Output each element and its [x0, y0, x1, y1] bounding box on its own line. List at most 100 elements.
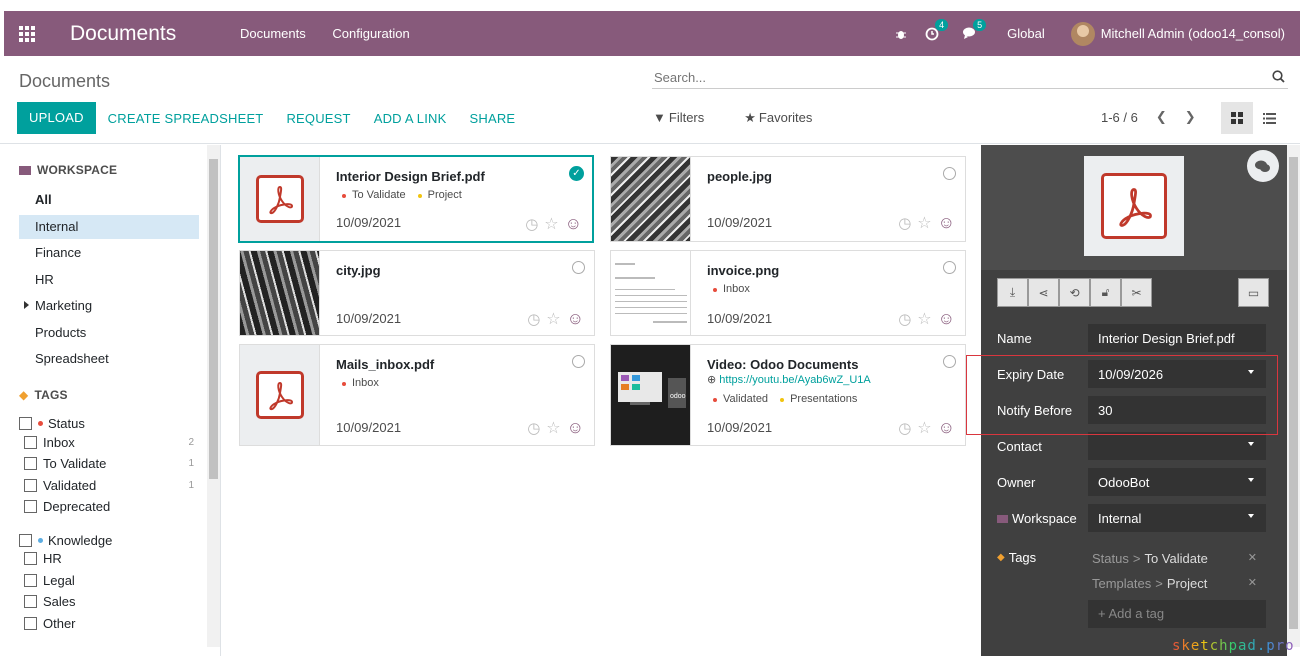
select-radio[interactable] [943, 167, 956, 180]
document-card[interactable]: people.jpg 10/09/2021 ◷ ☆ ☺ [610, 156, 966, 242]
workspace-select[interactable]: Internal [1088, 504, 1266, 532]
workspace-item-hr[interactable]: HR [19, 268, 199, 292]
star-icon[interactable]: ☆ [546, 309, 560, 329]
document-url-link[interactable]: ⊕ https://youtu.be/Ayab6wZ_U1A [707, 373, 871, 386]
add-tag-input[interactable]: + Add a tag [1088, 600, 1266, 628]
workspace-item-all[interactable]: All [19, 188, 199, 212]
select-radio[interactable] [572, 261, 585, 274]
request-button[interactable]: REQUEST [286, 103, 350, 134]
tag-to-validate[interactable]: To Validate 1 [24, 456, 194, 471]
workspace-item-finance[interactable]: Finance [19, 241, 199, 265]
activity-clock-icon[interactable]: ◷ [898, 310, 911, 328]
debug-bug-icon[interactable] [895, 28, 907, 40]
activity-clock-icon[interactable]: ◷ [898, 214, 911, 232]
activity-clock-icon[interactable]: ◷ [527, 310, 540, 328]
menu-configuration[interactable]: Configuration [332, 26, 409, 41]
checkbox[interactable] [24, 617, 37, 630]
checkbox[interactable] [19, 534, 32, 547]
pager-previous-icon[interactable]: ❮ [1156, 109, 1167, 125]
workspace-item-products[interactable]: Products [19, 321, 199, 345]
tag-other[interactable]: Other [24, 616, 199, 631]
selected-check-icon[interactable]: ✓ [569, 166, 584, 181]
checkbox[interactable] [24, 552, 37, 565]
add-link-button[interactable]: ADD A LINK [374, 103, 447, 134]
apps-menu-icon[interactable] [4, 11, 50, 56]
tag-group-knowledge[interactable]: Knowledge [19, 533, 194, 548]
document-card[interactable]: Mails_inbox.pdf Inbox 10/09/2021 ◷ ☆ ☺ [239, 344, 595, 446]
workspace-item-spreadsheet[interactable]: Spreadsheet [19, 347, 199, 371]
smiley-icon[interactable]: ☺ [567, 418, 584, 438]
document-card[interactable]: city.jpg 10/09/2021 ◷ ☆ ☺ [239, 250, 595, 336]
replace-icon[interactable]: ⟲ [1059, 278, 1090, 307]
inspector-scrollbar[interactable] [1287, 145, 1300, 647]
tag-hr[interactable]: HR [24, 551, 199, 566]
smiley-icon[interactable]: ☺ [567, 309, 584, 329]
name-input[interactable]: Interior Design Brief.pdf [1088, 324, 1266, 352]
chatter-toggle-icon[interactable] [1247, 150, 1279, 182]
menu-documents[interactable]: Documents [240, 26, 306, 41]
tag-inbox[interactable]: Inbox 2 [24, 435, 194, 450]
workspace-item-internal[interactable]: Internal [19, 215, 199, 239]
select-radio[interactable] [572, 355, 585, 368]
checkbox[interactable] [19, 417, 32, 430]
owner-select[interactable]: OdooBot [1088, 468, 1266, 496]
tag-legal[interactable]: Legal [24, 573, 199, 588]
star-icon[interactable]: ☆ [546, 418, 560, 438]
download-icon[interactable]: ⤓ [997, 278, 1028, 307]
remove-tag-icon[interactable]: ✕ [1248, 551, 1257, 566]
scrollbar-thumb[interactable] [1289, 157, 1298, 629]
star-icon[interactable]: ☆ [917, 309, 931, 329]
user-menu[interactable]: Mitchell Admin (odoo14_consol) [1070, 21, 1285, 46]
activity-clock-icon[interactable]: ◷ [525, 215, 538, 233]
favorites-dropdown[interactable]: ★ Favorites [744, 110, 832, 126]
tag-validated[interactable]: Validated 1 [24, 478, 194, 493]
smiley-icon[interactable]: ☺ [938, 309, 955, 329]
search-icon[interactable] [1272, 70, 1285, 86]
share-button[interactable]: SHARE [470, 103, 516, 134]
remove-tag-icon[interactable]: ✕ [1248, 576, 1257, 591]
list-view-icon[interactable] [1253, 102, 1285, 134]
checkbox[interactable] [24, 479, 37, 492]
contact-select[interactable] [1088, 432, 1266, 460]
checkbox[interactable] [24, 595, 37, 608]
messages-chat-icon[interactable]: 5 [963, 19, 987, 40]
select-radio[interactable] [943, 355, 956, 368]
company-switcher[interactable]: Global [1007, 26, 1045, 41]
split-scissors-icon[interactable]: ✂ [1121, 278, 1152, 307]
document-card[interactable]: invoice.png Inbox 10/09/2021 ◷ ☆ ☺ [610, 250, 966, 336]
activity-clock-icon[interactable]: ◷ [898, 419, 911, 437]
star-icon[interactable]: ☆ [917, 213, 931, 233]
tag-group-status[interactable]: Status [19, 416, 194, 431]
document-preview[interactable] [1084, 156, 1184, 256]
smiley-icon[interactable]: ☺ [938, 418, 955, 438]
kanban-view-icon[interactable] [1221, 102, 1253, 134]
select-radio[interactable] [943, 261, 956, 274]
tag-deprecated[interactable]: Deprecated [24, 499, 194, 514]
search-input[interactable] [652, 67, 1252, 87]
workspace-item-marketing[interactable]: Marketing [19, 294, 199, 318]
upload-button[interactable]: UPLOAD [17, 102, 96, 134]
star-icon[interactable]: ☆ [917, 418, 931, 438]
share-icon[interactable]: ⋖ [1028, 278, 1059, 307]
sidebar-scrollbar[interactable] [207, 145, 220, 647]
checkbox[interactable] [24, 436, 37, 449]
lock-icon[interactable]: 🔓︎ [1090, 278, 1121, 307]
tag-sales[interactable]: Sales [24, 594, 199, 609]
star-icon[interactable]: ☆ [544, 214, 558, 234]
create-spreadsheet-button[interactable]: CREATE SPREADSHEET [108, 103, 264, 134]
smiley-icon[interactable]: ☺ [565, 214, 582, 234]
scrollbar-thumb[interactable] [209, 159, 218, 479]
checkbox[interactable] [24, 574, 37, 587]
pager-next-icon[interactable]: ❯ [1185, 109, 1196, 125]
activity-clock-icon[interactable]: 4 [925, 18, 949, 41]
tags-section-title: ◆ TAGS [19, 388, 68, 402]
pager-value[interactable]: 1-6 / 6 [1101, 110, 1138, 125]
document-card[interactable]: odoo Video: Odoo Documents ⊕ https://you… [610, 344, 966, 446]
checkbox[interactable] [24, 500, 37, 513]
archive-icon[interactable]: ▭ [1238, 278, 1269, 307]
checkbox[interactable] [24, 457, 37, 470]
smiley-icon[interactable]: ☺ [938, 213, 955, 233]
document-card[interactable]: Interior Design Brief.pdf To Validate Pr… [238, 155, 594, 243]
activity-clock-icon[interactable]: ◷ [527, 419, 540, 437]
filters-dropdown[interactable]: ▼ Filters [653, 110, 724, 126]
